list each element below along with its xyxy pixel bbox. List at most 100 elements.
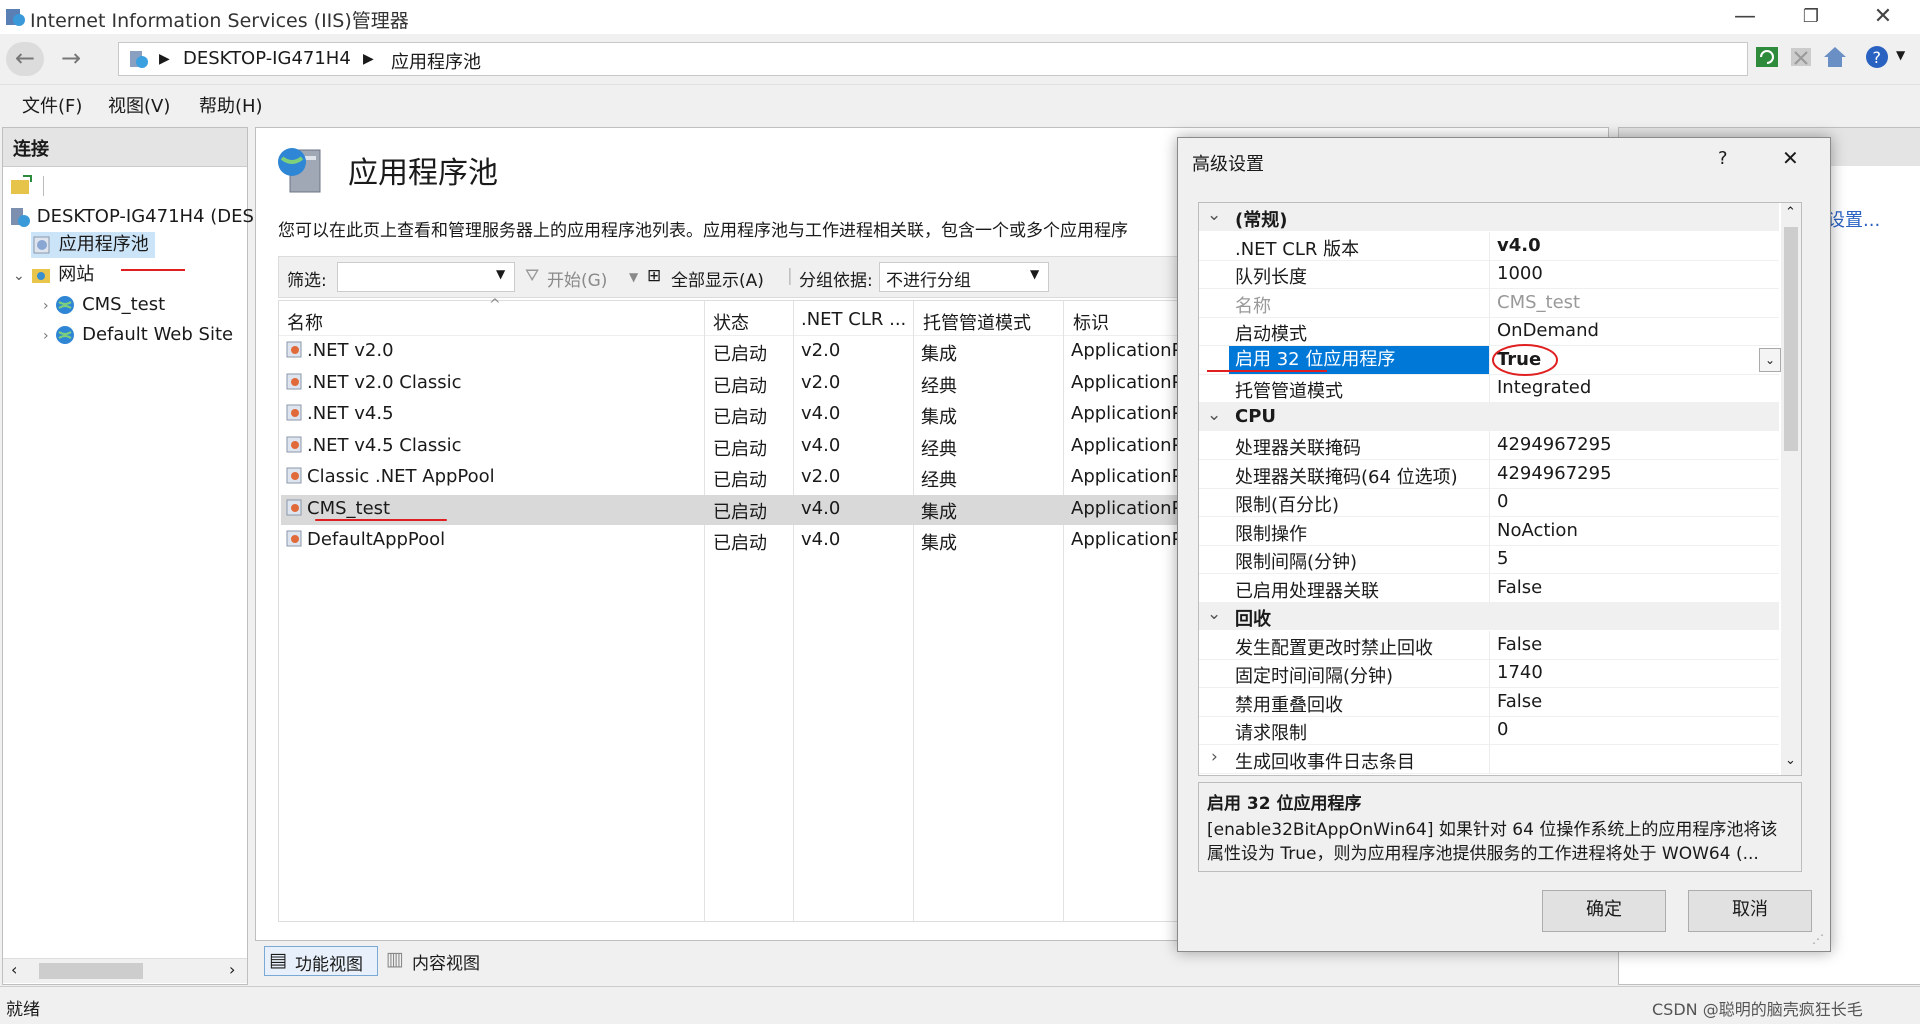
content-view-tab[interactable]: ▥ 内容视图 — [382, 946, 494, 974]
property-row[interactable]: 请求限制 0 — [1199, 716, 1779, 745]
show-all-icon[interactable]: ⊞ — [647, 266, 661, 286]
property-value[interactable]: False — [1497, 577, 1542, 598]
tree-item-sites[interactable]: ⌄ 网站 — [13, 262, 94, 288]
menu-view[interactable]: 视图(V) — [108, 92, 170, 118]
property-row[interactable]: 启用 32 位应用程序 True ⌄ — [1199, 343, 1781, 376]
scroll-left-icon[interactable]: ‹ — [11, 960, 17, 979]
stop-icon[interactable] — [1788, 44, 1814, 70]
property-value[interactable]: Integrated — [1497, 377, 1591, 398]
start-filter-button[interactable]: 开始(G) — [547, 266, 607, 291]
chevron-down-icon[interactable]: ⌄ — [1207, 604, 1221, 624]
property-row[interactable]: › 生成回收事件日志条目 — [1199, 744, 1779, 774]
menu-file[interactable]: 文件(F) — [22, 92, 82, 118]
chevron-down-icon[interactable]: ⌄ — [13, 268, 25, 284]
table-row[interactable]: .NET v2.0 已启动 v2.0 集成 ApplicationP — [281, 337, 1241, 367]
property-value[interactable]: False — [1497, 634, 1542, 655]
table-row[interactable]: .NET v4.5 已启动 v4.0 集成 ApplicationP — [281, 400, 1241, 430]
table-row[interactable]: .NET v4.5 Classic 已启动 v4.0 经典 ApplicationP — [281, 432, 1241, 462]
property-category[interactable]: ⌄ 回收 — [1199, 602, 1779, 630]
dialog-close-button[interactable]: ✕ — [1782, 146, 1799, 170]
property-value[interactable]: 0 — [1497, 491, 1508, 512]
property-value[interactable]: 1740 — [1497, 662, 1543, 683]
resize-grip[interactable]: ⋰ — [1812, 932, 1824, 946]
chevron-down-icon[interactable]: ▼ — [496, 267, 505, 281]
home-icon[interactable] — [1822, 44, 1848, 70]
funnel-icon[interactable]: ⛛ — [525, 266, 539, 286]
property-category[interactable]: ⌄ CPU — [1199, 402, 1779, 431]
property-row[interactable]: 名称 CMS_test — [1199, 288, 1779, 318]
col-pipeline[interactable]: 托管管道模式 — [923, 309, 1031, 335]
property-value[interactable]: 5 — [1497, 548, 1508, 569]
property-value[interactable]: False — [1497, 691, 1542, 712]
table-row[interactable]: .NET v2.0 Classic 已启动 v2.0 经典 ApplicationP — [281, 369, 1241, 399]
property-scrollbar[interactable]: ⌃ ⌄ — [1781, 203, 1801, 775]
tree-item-default-web-site[interactable]: › Default Web Site — [43, 322, 233, 348]
settings-link[interactable]: 设置... — [1827, 206, 1880, 232]
col-status[interactable]: 状态 — [713, 309, 749, 335]
property-row[interactable]: 限制操作 NoAction — [1199, 516, 1779, 546]
create-connection-icon[interactable] — [9, 174, 33, 196]
show-all-button[interactable]: 全部显示(A) — [671, 266, 764, 291]
cancel-button[interactable]: 取消 — [1688, 890, 1812, 932]
chevron-down-icon[interactable]: ⌄ — [1207, 405, 1221, 425]
chevron-down-icon[interactable]: ▼ — [1030, 267, 1039, 281]
features-view-tab[interactable]: ▤ 功能视图 — [264, 946, 378, 976]
group-by-select[interactable]: 不进行分组 ▼ — [879, 262, 1049, 292]
property-value[interactable]: OnDemand — [1497, 320, 1599, 341]
property-row[interactable]: 处理器关联掩码 4294967295 — [1199, 431, 1779, 460]
help-icon[interactable]: ? — [1864, 44, 1890, 70]
scroll-up-icon[interactable]: ⌃ — [1785, 205, 1796, 220]
col-identity[interactable]: 标识 — [1073, 309, 1109, 335]
forward-button[interactable]: → — [52, 42, 90, 76]
value-dropdown-button[interactable]: ⌄ — [1759, 347, 1781, 372]
minimize-button[interactable]: — — [1712, 0, 1778, 34]
property-row[interactable]: .NET CLR 版本 v4.0 — [1199, 231, 1779, 261]
chevron-down-icon[interactable]: ▼ — [629, 270, 638, 284]
chevron-right-icon[interactable]: › — [43, 328, 49, 344]
horizontal-scrollbar[interactable]: ‹ › — [3, 958, 247, 983]
property-row[interactable]: 队列长度 1000 — [1199, 260, 1779, 289]
property-value[interactable]: 4294967295 — [1497, 463, 1612, 484]
ok-button[interactable]: 确定 — [1542, 890, 1666, 932]
help-dropdown-icon[interactable]: ▼ — [1896, 48, 1905, 62]
property-value[interactable]: 0 — [1497, 719, 1508, 740]
dialog-help-button[interactable]: ? — [1718, 148, 1728, 169]
menu-help[interactable]: 帮助(H) — [199, 92, 263, 118]
close-window-button[interactable]: ✕ — [1850, 0, 1916, 34]
refresh-icon[interactable] — [1754, 44, 1780, 70]
property-row[interactable]: 固定时间间隔(分钟) 1740 — [1199, 659, 1779, 688]
col-name[interactable]: 名称 — [287, 309, 323, 335]
filter-input[interactable]: ▼ — [337, 262, 515, 292]
breadcrumb-server[interactable]: DESKTOP-IG471H4 — [183, 48, 351, 69]
tree-item-server[interactable]: DESKTOP-IG471H4 (DES — [9, 204, 254, 230]
property-value[interactable]: 1000 — [1497, 263, 1543, 284]
breadcrumb-app-pools[interactable]: 应用程序池 — [391, 48, 481, 74]
property-value[interactable]: CMS_test — [1497, 292, 1580, 313]
property-row[interactable]: 托管管道模式 Integrated — [1199, 374, 1779, 403]
tree-item-app-pools[interactable]: 应用程序池 — [31, 232, 155, 258]
property-category[interactable]: ⌄ (常规) — [1199, 203, 1779, 231]
scroll-thumb[interactable] — [39, 963, 143, 979]
property-row[interactable]: 限制间隔(分钟) 5 — [1199, 545, 1779, 574]
property-row[interactable]: 处理器关联掩码(64 位选项) 4294967295 — [1199, 459, 1779, 489]
address-bar[interactable]: ▶ DESKTOP-IG471H4 ▶ 应用程序池 — [118, 42, 1748, 76]
back-button[interactable]: ← — [6, 42, 44, 76]
scroll-right-icon[interactable]: › — [229, 960, 235, 979]
property-value[interactable]: NoAction — [1497, 520, 1578, 541]
restore-button[interactable]: ❐ — [1778, 0, 1844, 34]
property-row[interactable]: 限制(百分比) 0 — [1199, 488, 1779, 517]
tree-item-cms-test[interactable]: › CMS_test — [43, 292, 165, 318]
property-row[interactable]: 禁用重叠回收 False — [1199, 687, 1779, 717]
property-value[interactable]: v4.0 — [1497, 235, 1541, 256]
property-value[interactable]: 4294967295 — [1497, 434, 1612, 455]
table-row[interactable]: DefaultAppPool 已启动 v4.0 集成 ApplicationP — [281, 526, 1241, 556]
scroll-down-icon[interactable]: ⌄ — [1785, 753, 1796, 768]
scroll-thumb[interactable] — [1784, 227, 1798, 451]
chevron-right-icon[interactable]: › — [1211, 747, 1218, 767]
property-row[interactable]: 发生配置更改时禁止回收 False — [1199, 630, 1779, 660]
chevron-down-icon[interactable]: ⌄ — [1207, 205, 1221, 225]
property-row[interactable]: 已启用处理器关联 False — [1199, 573, 1779, 603]
chevron-right-icon[interactable]: › — [43, 298, 49, 314]
table-row[interactable]: Classic .NET AppPool 已启动 v2.0 经典 Application… — [281, 463, 1241, 493]
col-clr[interactable]: .NET CLR ... — [801, 309, 906, 330]
